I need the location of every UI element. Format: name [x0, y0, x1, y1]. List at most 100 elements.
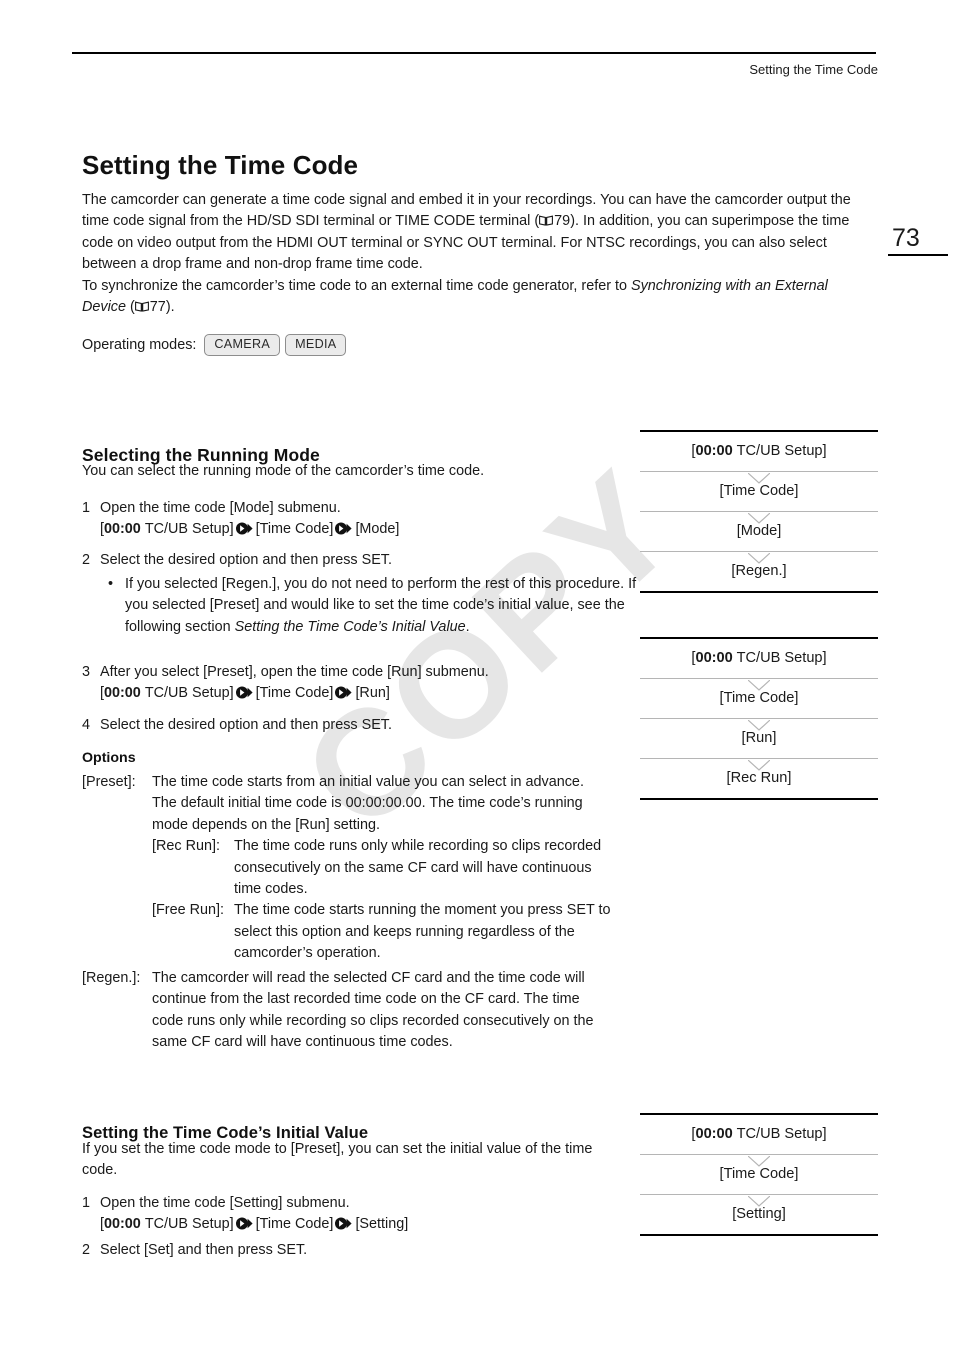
menu-path-1: [00:00 TC/UB Setup] [Time Code] [Mode] — [82, 519, 642, 540]
step-4: 4 Select the desired option and then pre… — [82, 715, 642, 736]
menu-path-part-1: TC/UB Setup] — [144, 685, 234, 702]
suboption-key: [Rec Run]: — [152, 838, 220, 855]
menu-path-part-2: [Time Code] — [255, 521, 334, 538]
chevron-right-icon — [235, 521, 254, 535]
step-text: Select the desired option and then press… — [100, 717, 392, 733]
section1-intro: You can select the running mode of the c… — [82, 463, 485, 479]
options-heading: Options — [82, 750, 136, 766]
menu-diagram-bottom-rule — [640, 798, 878, 800]
step-text: Open the time code [Mode] submenu. — [100, 500, 341, 516]
menu-path-part-2: [Time Code] — [255, 1216, 334, 1233]
section2-intro: If you set the time code mode to [Preset… — [82, 1141, 593, 1179]
option-value: The camcorder will read the selected CF … — [152, 970, 594, 1051]
timecode-icon: 00:00 — [104, 685, 141, 702]
mode-badge-media: MEDIA — [285, 334, 347, 356]
menu-diagram-item[interactable]: [00:00 TC/UB Setup] — [640, 1115, 878, 1154]
step-text: Open the time code [Setting] submenu. — [100, 1195, 350, 1211]
timecode-icon: 00:00 — [104, 1216, 141, 1233]
suboption-text: The time code runs only while recording … — [234, 838, 602, 898]
step-1: 1 Open the time code [Mode] submenu. [00… — [82, 498, 642, 541]
menu-diagram-item[interactable]: [00:00 TC/UB Setup] — [640, 639, 878, 678]
option-preset: [Preset]: The time code starts from an i… — [82, 772, 612, 965]
menu-diagram-item[interactable]: [Mode] — [640, 512, 878, 551]
menu-path-part-3: [Setting] — [355, 1216, 409, 1233]
menu-diagram-item[interactable]: [Run] — [640, 719, 878, 758]
menu-diagram-bottom-rule — [640, 1234, 878, 1236]
intro-paragraphs: The camcorder can generate a time code s… — [82, 190, 872, 318]
step-text: After you select [Preset], open the time… — [100, 664, 489, 680]
section2-step-1: 1 Open the time code [Setting] submenu. … — [82, 1193, 642, 1236]
chevron-right-icon — [235, 1216, 254, 1230]
header-rule — [72, 52, 876, 54]
chevron-right-icon — [335, 1216, 353, 1230]
option-regen: [Regen.]: The camcorder will read the se… — [82, 968, 612, 1054]
chevron-right-icon — [335, 521, 353, 535]
suboption-key: [Free Run]: — [152, 902, 224, 919]
step-text: Select [Set] and then press SET. — [100, 1242, 308, 1258]
menu-diagram-bottom-rule — [640, 591, 878, 593]
option-value: The time code starts from an initial val… — [152, 774, 584, 833]
menu-diagram-run: [00:00 TC/UB Setup] [Time Code] [Run] [R… — [640, 637, 878, 800]
page-title: Setting the Time Code — [82, 150, 359, 180]
step-number: 4 — [82, 717, 91, 733]
menu-diagram-mode: [00:00 TC/UB Setup] [Time Code] [Mode] [… — [640, 430, 878, 593]
option-key: [Regen.]: — [82, 970, 141, 986]
menu-diagram-item[interactable]: [Rec Run] — [640, 759, 878, 798]
menu-diagram-item[interactable]: [Time Code] — [640, 472, 878, 511]
step-2-bullet: • If you selected [Regen.], you do not n… — [108, 574, 638, 638]
menu-path-part-2: [Time Code] — [255, 685, 334, 702]
menu-path-part-3: [Run] — [355, 685, 390, 702]
menu-path-3: [00:00 TC/UB Setup] [Time Code] [Setting] — [82, 1214, 642, 1235]
suboption-rec-run: [Rec Run]: The time code runs only while… — [82, 836, 612, 900]
bullet-text-b: . — [465, 618, 470, 635]
section2-step-2: 2 Select [Set] and then press SET. — [82, 1240, 642, 1261]
intro-p1-ref: 79 — [554, 213, 571, 230]
page-number-rule — [888, 254, 948, 257]
chevron-right-icon — [335, 685, 353, 699]
intro-p2-ref: 77 — [149, 299, 166, 316]
menu-diagram-item[interactable]: [Time Code] — [640, 679, 878, 718]
intro-paragraph-2: To synchronize the camcorder’s time code… — [82, 276, 872, 319]
step-number: 2 — [82, 1242, 91, 1258]
intro-p2-text-a: To synchronize the camcorder’s time code… — [82, 277, 631, 294]
timecode-icon: 00:00 — [695, 650, 733, 666]
step-number: 3 — [82, 664, 91, 680]
menu-path-part-1: TC/UB Setup] — [144, 521, 234, 538]
mode-badge-camera: CAMERA — [204, 334, 281, 356]
menu-item-label: TC/UB Setup] — [732, 650, 827, 666]
step-3: 3 After you select [Preset], open the ti… — [82, 662, 642, 705]
book-icon — [539, 212, 554, 227]
page-number-block: 73 — [870, 224, 954, 257]
running-head: Setting the Time Code — [749, 62, 878, 77]
book-icon — [134, 298, 149, 312]
intro-p2-text-c: ). — [165, 299, 175, 316]
step-number: 2 — [82, 552, 91, 568]
step-number: 1 — [82, 500, 91, 516]
menu-diagram-item[interactable]: [00:00 TC/UB Setup] — [640, 432, 878, 471]
chevron-right-icon — [235, 685, 254, 699]
menu-diagram-setting: [00:00 TC/UB Setup] [Time Code] [Setting… — [640, 1113, 878, 1236]
bullet-italic-ref: Setting the Time Code’s Initial Value — [234, 618, 466, 635]
menu-diagram-item[interactable]: [Setting] — [640, 1195, 878, 1234]
step-2: 2 Select the desired option and then pre… — [82, 550, 642, 571]
operating-modes-label: Operating modes: — [82, 336, 197, 353]
step-number: 1 — [82, 1195, 91, 1211]
menu-item-label: TC/UB Setup] — [732, 443, 827, 459]
timecode-icon: 00:00 — [104, 521, 141, 538]
menu-path-part-1: TC/UB Setup] — [144, 1216, 234, 1233]
step-text: Select the desired option and then press… — [100, 552, 392, 568]
option-key: [Preset]: — [82, 774, 136, 790]
suboption-free-run: [Free Run]: The time code starts running… — [82, 900, 612, 964]
menu-diagram-item[interactable]: [Time Code] — [640, 1155, 878, 1194]
timecode-icon: 00:00 — [695, 443, 733, 459]
intro-p2-text-b: ( — [126, 299, 135, 316]
menu-diagram-item[interactable]: [Regen.] — [640, 552, 878, 591]
page-number: 73 — [892, 224, 920, 252]
operating-modes: Operating modes: CAMERA MEDIA — [82, 334, 347, 356]
intro-paragraph-1: The camcorder can generate a time code s… — [82, 190, 872, 276]
bullet-text: If you selected [Regen.], you do not nee… — [108, 574, 638, 638]
menu-item-label: TC/UB Setup] — [732, 1126, 827, 1142]
menu-path-2: [00:00 TC/UB Setup] [Time Code] [Run] — [82, 683, 642, 704]
timecode-icon: 00:00 — [695, 1126, 733, 1142]
menu-path-part-3: [Mode] — [355, 521, 400, 538]
